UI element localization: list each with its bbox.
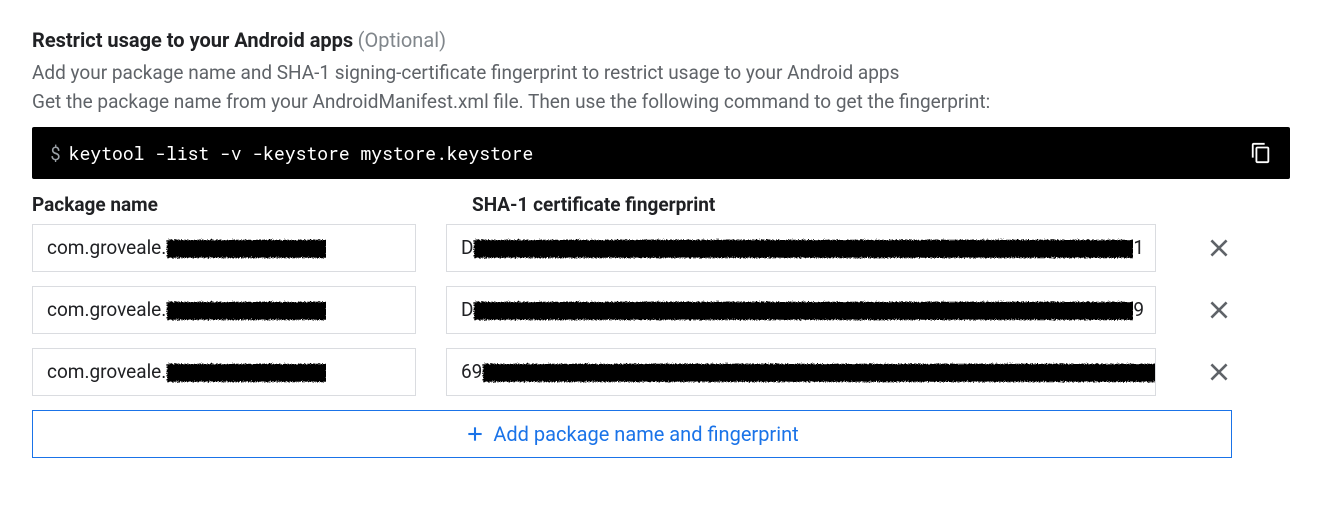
code-prompt: $ <box>50 141 61 165</box>
table-row: com.groveale. 69 <box>32 348 1232 396</box>
redacted-text <box>166 237 326 259</box>
close-icon[interactable] <box>1206 358 1232 386</box>
fingerprint-input[interactable]: D 9 <box>446 286 1156 334</box>
fp-prefix: 69 <box>461 360 482 383</box>
package-name-input[interactable]: com.groveale. <box>32 348 416 396</box>
close-icon[interactable] <box>1206 296 1232 324</box>
redacted-text <box>166 299 326 321</box>
redacted-text <box>473 237 1133 259</box>
description-line-2: Get the package name from your AndroidMa… <box>32 87 1290 116</box>
code-text: $ keytool -list -v -keystore mystore.keys… <box>50 141 533 165</box>
fp-suffix: 9 <box>1133 298 1144 321</box>
code-command: keytool -list -v -keystore mystore.keyst… <box>69 141 533 165</box>
heading-title: Restrict usage to your Android apps <box>32 28 353 52</box>
apps-table: Package name SHA-1 certificate fingerpri… <box>32 193 1232 458</box>
section-heading: Restrict usage to your Android apps (Opt… <box>32 28 1290 52</box>
fp-suffix: 1 <box>1133 236 1144 259</box>
col-header-fingerprint: SHA-1 certificate fingerprint <box>472 193 1232 216</box>
col-header-package: Package name <box>32 193 442 216</box>
package-prefix: com.groveale. <box>47 236 166 259</box>
package-prefix: com.groveale. <box>47 298 166 321</box>
copy-icon[interactable] <box>1250 142 1272 164</box>
fp-prefix: D <box>461 236 473 259</box>
table-row: com.groveale. D 9 <box>32 286 1232 334</box>
add-button-label: Add package name and fingerprint <box>493 422 798 446</box>
heading-optional: (Optional) <box>358 28 446 52</box>
redacted-text <box>166 361 326 383</box>
package-prefix: com.groveale. <box>47 360 166 383</box>
table-row: com.groveale. D 1 <box>32 224 1232 272</box>
fingerprint-input[interactable]: D 1 <box>446 224 1156 272</box>
plus-icon <box>465 424 485 444</box>
close-icon[interactable] <box>1206 234 1232 262</box>
code-block: $ keytool -list -v -keystore mystore.keys… <box>32 127 1290 179</box>
redacted-text <box>482 361 1156 383</box>
package-name-input[interactable]: com.groveale. <box>32 286 416 334</box>
fp-prefix: D <box>461 298 473 321</box>
table-header: Package name SHA-1 certificate fingerpri… <box>32 193 1232 216</box>
redacted-text <box>473 299 1133 321</box>
add-package-button[interactable]: Add package name and fingerprint <box>32 410 1232 458</box>
fingerprint-input[interactable]: 69 <box>446 348 1156 396</box>
package-name-input[interactable]: com.groveale. <box>32 224 416 272</box>
description-line-1: Add your package name and SHA-1 signing-… <box>32 58 1290 87</box>
